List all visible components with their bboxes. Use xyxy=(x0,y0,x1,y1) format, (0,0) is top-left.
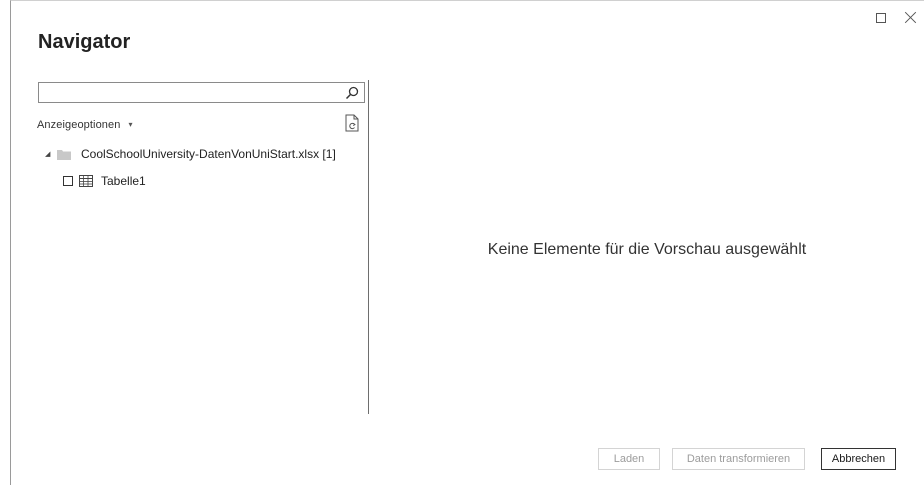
dialog-title: Navigator xyxy=(38,31,131,53)
tree-item-file[interactable]: ◢ CoolSchoolUniversity-DatenVonUniStart.… xyxy=(45,145,336,163)
load-button[interactable]: Laden xyxy=(598,448,660,470)
search-box[interactable] xyxy=(38,82,365,103)
display-options-dropdown[interactable]: Anzeigeoptionen ▾ xyxy=(37,119,133,131)
tree-item-file-label: CoolSchoolUniversity-DatenVonUniStart.xl… xyxy=(81,147,336,161)
refresh-icon[interactable] xyxy=(344,114,360,132)
tabelle1-checkbox[interactable] xyxy=(63,176,73,186)
chevron-down-icon: ▾ xyxy=(128,120,133,129)
display-options-label: Anzeigeoptionen xyxy=(37,119,121,131)
table-icon xyxy=(79,175,93,187)
tree-item-tabelle1[interactable]: Tabelle1 xyxy=(63,172,146,190)
maximize-button[interactable] xyxy=(874,11,888,25)
tree-item-tabelle1-label: Tabelle1 xyxy=(101,174,146,188)
preview-empty-message: Keine Elemente für die Vorschau ausgewäh… xyxy=(487,241,807,258)
maximize-icon xyxy=(876,13,886,23)
search-icon[interactable] xyxy=(345,86,359,100)
folder-icon xyxy=(57,149,71,160)
navigator-dialog: Navigator Anzeigeoptionen ▾ ◢ CoolSchoolU… xyxy=(10,0,924,485)
search-input[interactable] xyxy=(42,84,346,103)
transform-data-button[interactable]: Daten transformieren xyxy=(672,448,805,470)
close-button[interactable] xyxy=(904,11,918,25)
collapse-arrow-icon[interactable]: ◢ xyxy=(45,150,55,158)
cancel-button[interactable]: Abbrechen xyxy=(821,448,896,470)
